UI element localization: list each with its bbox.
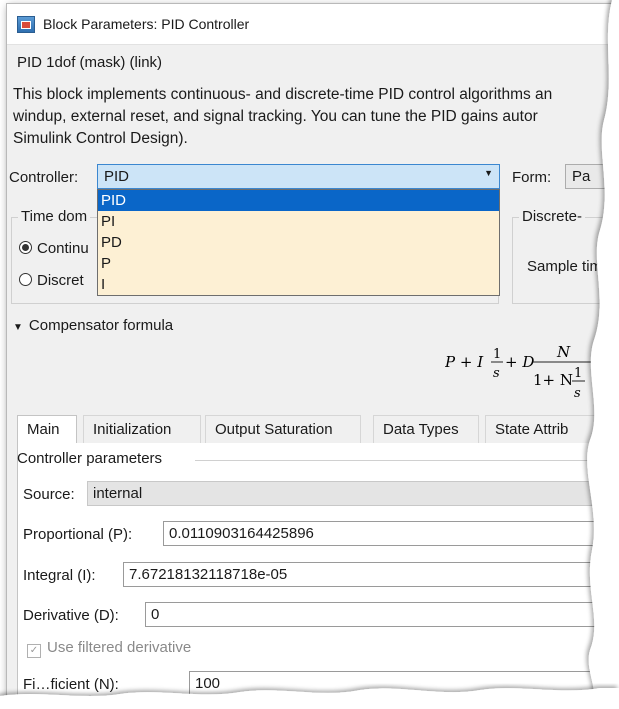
torn-edge-overlay: [0, 0, 619, 709]
